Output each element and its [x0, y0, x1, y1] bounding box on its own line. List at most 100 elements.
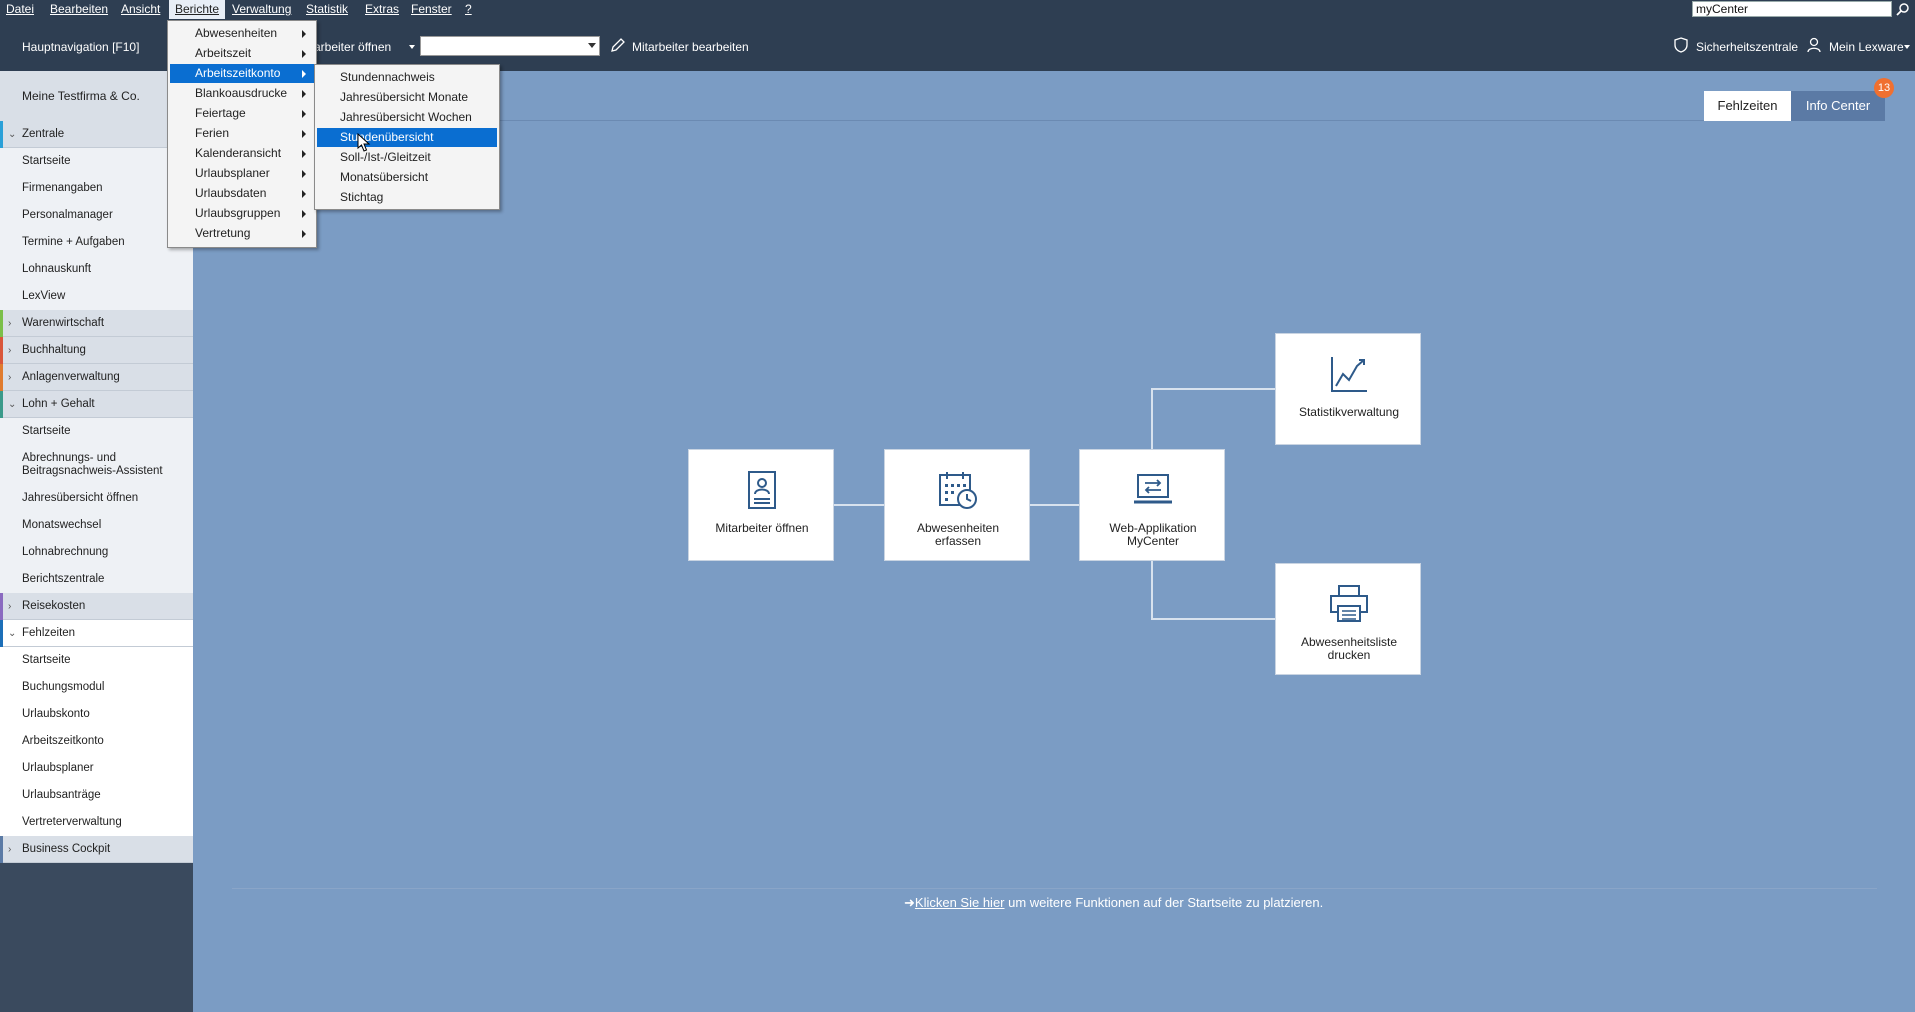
menu-help[interactable]: ?	[465, 2, 472, 16]
submenu-arrow-icon	[302, 70, 306, 78]
menu-item[interactable]: Vertretung	[170, 224, 314, 243]
menu-item[interactable]: Ferien	[170, 124, 314, 143]
tile-web-application[interactable]: Web-Applikation MyCenter	[1079, 449, 1225, 561]
notification-badge: 13	[1874, 78, 1894, 98]
menu-item[interactable]: Jahresübersicht Wochen	[317, 108, 497, 127]
menu-item[interactable]: Urlaubsgruppen	[170, 204, 314, 223]
menu-verwaltung[interactable]: Verwaltung	[232, 2, 291, 16]
menu-item[interactable]: Abwesenheiten	[170, 24, 314, 43]
menu-item[interactable]: Urlaubsdaten	[170, 184, 314, 203]
chevron-down-icon[interactable]	[409, 45, 415, 49]
sidebar-item-label: Urlaubsanträge	[22, 789, 101, 801]
sidebar-item[interactable]: Personalmanager	[0, 202, 193, 229]
sidebar-item[interactable]: Firmenangaben	[0, 175, 193, 202]
submenu-arrow-icon	[302, 210, 306, 218]
menu-item[interactable]: Blankoausdrucke	[170, 84, 314, 103]
sidebar-item-label: Personalmanager	[22, 209, 113, 221]
sidebar-item-label: Warenwirtschaft	[22, 317, 105, 329]
menu-ansicht[interactable]: Ansicht	[121, 2, 160, 16]
chevron-right-icon[interactable]: ›	[8, 364, 11, 391]
menu-item-label: Monatsübersicht	[340, 170, 429, 184]
tile-record-absences[interactable]: Abwesenheiten erfassen	[884, 449, 1030, 561]
tab-fehlzeiten[interactable]: Fehlzeiten	[1704, 91, 1791, 121]
sidebar-group[interactable]: ⌄ Fehlzeiten	[0, 620, 193, 647]
chevron-right-icon[interactable]: ›	[8, 593, 11, 620]
sidebar-item-label: Lohnauskunft	[22, 263, 92, 275]
chevron-down-icon[interactable]: ⌄	[8, 620, 16, 647]
sidebar-group[interactable]: › Business Cockpit	[0, 836, 193, 863]
company-header[interactable]: Meine Testfirma & Co.	[0, 71, 193, 121]
sidebar-item-label: Startseite	[22, 425, 71, 437]
sidebar-item[interactable]: Arbeitszeitkonto	[0, 728, 193, 755]
chevron-down-icon[interactable]: ⌄	[8, 121, 16, 148]
employee-select[interactable]	[420, 36, 600, 56]
sidebar-item[interactable]: Urlaubsplaner	[0, 755, 193, 782]
menu-item-label: Ferien	[195, 126, 230, 140]
sidebar-item[interactable]: Lohnabrechnung	[0, 539, 193, 566]
menu-statistik[interactable]: Statistik	[306, 2, 348, 16]
sidebar-item[interactable]: Urlaubsanträge	[0, 782, 193, 809]
sidebar-group[interactable]: ⌄ Lohn + Gehalt	[0, 391, 193, 418]
chevron-right-icon[interactable]: ›	[8, 836, 11, 863]
sidebar-item[interactable]: Startseite	[0, 148, 193, 175]
sidebar-group[interactable]: ⌄ Zentrale	[0, 121, 193, 148]
sidebar-group[interactable]: › Anlagenverwaltung	[0, 364, 193, 391]
sidebar-item[interactable]: Berichtszentrale	[0, 566, 193, 593]
sidebar-item[interactable]: LexView	[0, 283, 193, 310]
menu-fenster[interactable]: Fenster	[411, 2, 452, 16]
tab-info-center[interactable]: Info Center	[1791, 91, 1885, 121]
sidebar-group[interactable]: › Reisekosten	[0, 593, 193, 620]
menu-item[interactable]: Stundennachweis	[317, 68, 497, 87]
sidebar-item-label: Abrechnungs- und Beitragsnachweis-Assist…	[22, 452, 163, 477]
sidebar-item[interactable]: Vertreterverwaltung	[0, 809, 193, 836]
menu-berichte[interactable]: Berichte	[169, 0, 226, 19]
search-icon[interactable]	[1896, 2, 1910, 16]
chevron-right-icon[interactable]: ›	[8, 310, 11, 337]
sidebar-item[interactable]: Startseite	[0, 647, 193, 674]
menu-item[interactable]: Jahresübersicht Monate	[317, 88, 497, 107]
menu-item[interactable]: Feiertage	[170, 104, 314, 123]
chevron-right-icon[interactable]: ›	[8, 337, 11, 364]
sidebar-item[interactable]: Urlaubskonto	[0, 701, 193, 728]
group-color-bar	[0, 593, 3, 620]
menu-item[interactable]: Monatsübersicht	[317, 168, 497, 187]
search-input[interactable]: myCenter	[1692, 1, 1892, 17]
security-center-button[interactable]: Sicherheitszentrale	[1696, 40, 1798, 54]
menu-bearbeiten[interactable]: Bearbeiten	[50, 2, 108, 16]
menu-item[interactable]: Stundenübersicht	[317, 128, 497, 147]
tile-statistics[interactable]: Statistikverwaltung	[1275, 333, 1421, 445]
sidebar-item[interactable]: Buchungsmodul	[0, 674, 193, 701]
menu-extras[interactable]: Extras	[365, 2, 399, 16]
my-lexware-button[interactable]: Mein Lexware	[1829, 40, 1904, 54]
sidebar-item-label: Termine + Aufgaben	[22, 236, 125, 248]
menu-item[interactable]: Soll-/Ist-/Gleitzeit	[317, 148, 497, 167]
tile-print-absence-list[interactable]: Abwesenheitsliste drucken	[1275, 563, 1421, 675]
sidebar-group[interactable]: › Warenwirtschaft	[0, 310, 193, 337]
tile-open-employee[interactable]: Mitarbeiter öffnen	[688, 449, 834, 561]
edit-employee-button[interactable]: Mitarbeiter bearbeiten	[632, 40, 749, 54]
sidebar-item[interactable]: Monatswechsel	[0, 512, 193, 539]
sidebar-item[interactable]: Lohnauskunft	[0, 256, 193, 283]
menu-item[interactable]: Arbeitszeit	[170, 44, 314, 63]
group-color-bar	[0, 836, 3, 863]
sidebar-item[interactable]: Startseite	[0, 418, 193, 445]
chevron-down-icon[interactable]: ⌄	[8, 391, 16, 418]
berichte-menu: Abwesenheiten Arbeitszeit Arbeitszeitkonto…	[167, 20, 317, 248]
menu-item[interactable]: Arbeitszeitkonto	[170, 64, 314, 83]
menu-item[interactable]: Kalenderansicht	[170, 144, 314, 163]
menu-datei[interactable]: Datei	[6, 2, 34, 16]
menu-item[interactable]: Urlaubsplaner	[170, 164, 314, 183]
customize-link[interactable]: Klicken Sie hier	[915, 895, 1005, 910]
sidebar-group[interactable]: › Buchhaltung	[0, 337, 193, 364]
chevron-down-icon[interactable]	[588, 43, 596, 48]
line-chart-icon	[1331, 357, 1367, 392]
chevron-down-icon[interactable]	[1904, 45, 1910, 49]
submenu-arrow-icon	[302, 190, 306, 198]
sidebar-item[interactable]: Abrechnungs- und Beitragsnachweis-Assist…	[0, 445, 193, 485]
sidebar-item-label: Monatswechsel	[22, 519, 102, 531]
sidebar-item[interactable]: Jahresübersicht öffnen	[0, 485, 193, 512]
sidebar-item[interactable]: Termine + Aufgaben	[0, 229, 193, 256]
calendar-clock-icon	[939, 472, 977, 509]
main-navigation-button[interactable]: Hauptnavigation [F10]	[22, 40, 139, 54]
menu-item[interactable]: Stichtag	[317, 188, 497, 207]
